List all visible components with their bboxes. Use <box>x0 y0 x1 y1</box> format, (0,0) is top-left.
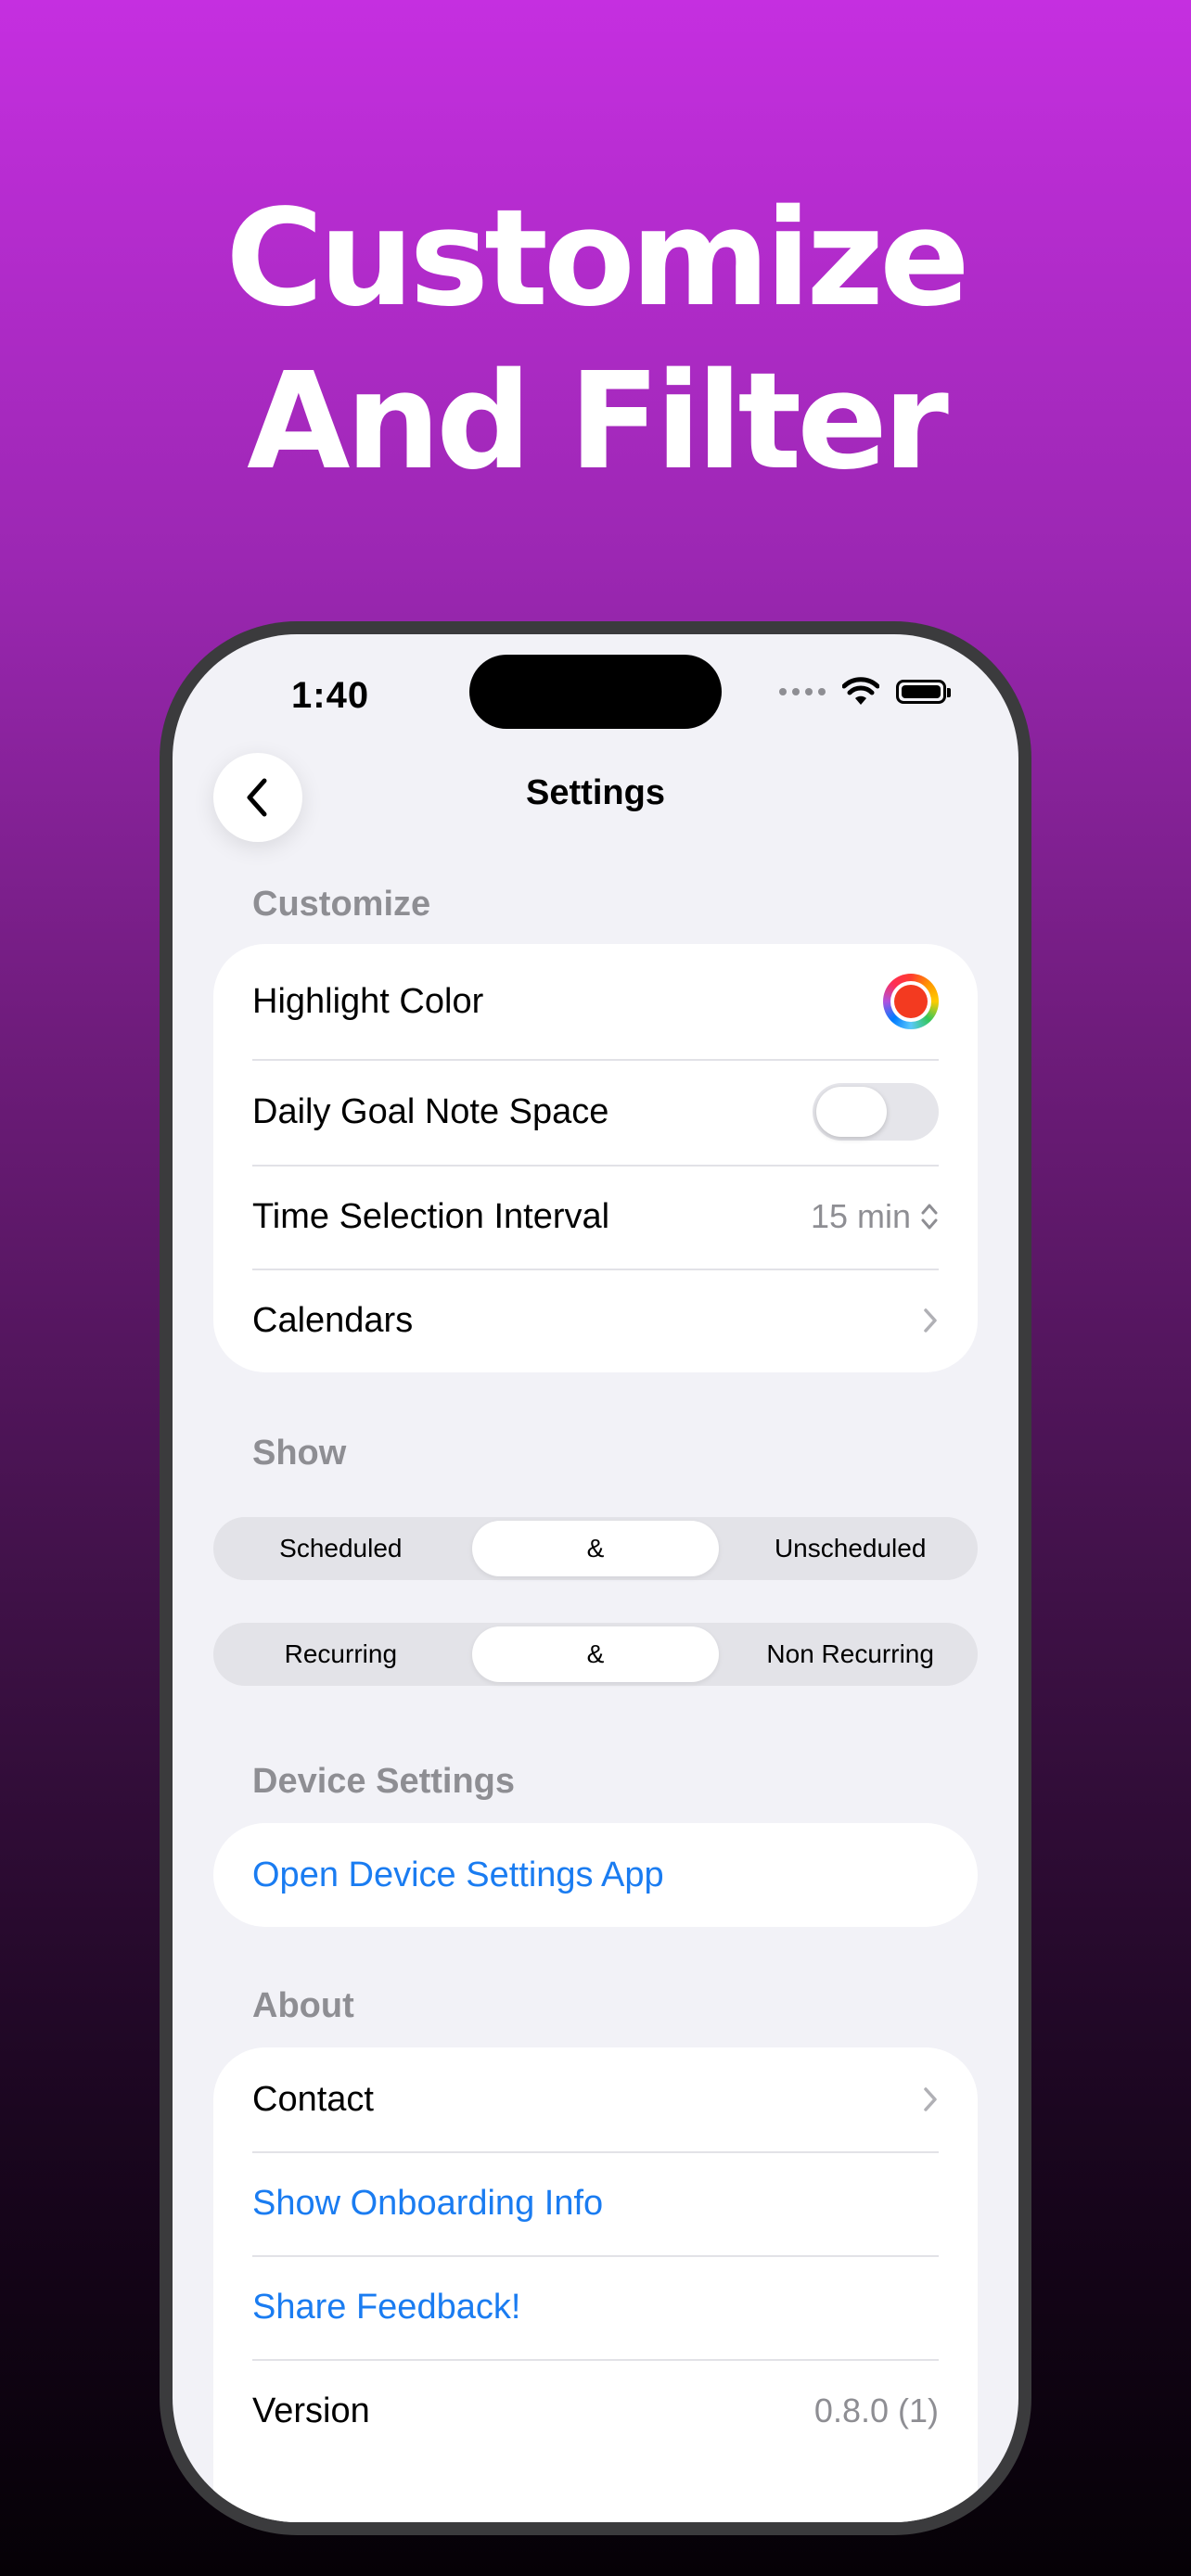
page-title: Settings <box>526 773 665 812</box>
daily-goal-row: Daily Goal Note Space <box>213 1059 978 1165</box>
section-header-customize: Customize <box>252 885 431 924</box>
version-value: 0.8.0 (1) <box>813 2391 939 2429</box>
contact-row[interactable]: Contact <box>213 2047 978 2151</box>
phone-frame: 1:40 Settings Customize Highlight Color … <box>160 621 1031 2535</box>
promo-headline: Customize And Filter <box>0 176 1191 503</box>
highlight-color-row[interactable]: Highlight Color <box>213 944 978 1059</box>
time-interval-value: 15 min <box>810 1197 911 1235</box>
segment-unscheduled[interactable]: Unscheduled <box>726 1521 974 1576</box>
chevron-right-icon <box>922 1307 939 1334</box>
battery-icon <box>896 680 951 704</box>
section-header-show: Show <box>252 1434 347 1473</box>
customize-card: Highlight Color Daily Goal Note Space Ti… <box>213 944 978 1372</box>
version-row: Version 0.8.0 (1) <box>213 2359 978 2463</box>
headline-line-1: Customize <box>225 180 970 336</box>
time-interval-row[interactable]: Time Selection Interval 15 min <box>213 1165 978 1269</box>
status-time: 1:40 <box>291 675 370 716</box>
selected-color-swatch <box>894 985 928 1018</box>
dynamic-island <box>469 655 722 729</box>
device-settings-card: Open Device Settings App <box>213 1823 978 1927</box>
highlight-color-label: Highlight Color <box>252 981 484 1021</box>
contact-label: Contact <box>252 2079 374 2119</box>
phone-screen: 1:40 Settings Customize Highlight Color … <box>173 634 1018 2522</box>
wifi-icon <box>842 677 879 707</box>
calendars-label: Calendars <box>252 1300 414 1340</box>
segment-scheduled-both[interactable]: & <box>471 1521 720 1576</box>
open-device-settings-row[interactable]: Open Device Settings App <box>213 1823 978 1927</box>
daily-goal-label: Daily Goal Note Space <box>252 1091 609 1131</box>
open-device-settings-link[interactable]: Open Device Settings App <box>252 1855 939 1895</box>
toggle-knob <box>816 1087 887 1137</box>
recurring-segmented-control: Recurring & Non Recurring <box>213 1623 978 1686</box>
calendars-row[interactable]: Calendars <box>213 1269 978 1372</box>
segment-non-recurring[interactable]: Non Recurring <box>726 1626 974 1682</box>
share-feedback-link[interactable]: Share Feedback! <box>252 2288 939 2327</box>
segment-scheduled[interactable]: Scheduled <box>217 1521 465 1576</box>
section-header-device-settings: Device Settings <box>252 1762 515 1801</box>
status-indicators <box>779 677 951 707</box>
show-onboarding-link[interactable]: Show Onboarding Info <box>252 2184 939 2224</box>
onboarding-row[interactable]: Show Onboarding Info <box>213 2151 978 2255</box>
version-label: Version <box>252 2391 370 2430</box>
scheduled-segmented-control: Scheduled & Unscheduled <box>213 1517 978 1580</box>
chevron-right-icon <box>922 2085 939 2113</box>
about-card: Contact Show Onboarding Info Share Feedb… <box>213 2047 978 2522</box>
color-picker-well[interactable] <box>883 974 939 1029</box>
segment-recurring-both[interactable]: & <box>471 1626 720 1682</box>
headline-line-2: And Filter <box>247 343 949 499</box>
daily-goal-toggle[interactable] <box>813 1083 939 1141</box>
time-interval-label: Time Selection Interval <box>252 1196 610 1236</box>
feedback-row[interactable]: Share Feedback! <box>213 2255 978 2359</box>
section-header-about: About <box>252 1986 354 2025</box>
chevron-up-down-icon <box>920 1202 939 1231</box>
cellular-signal-icon <box>779 688 826 695</box>
segment-recurring[interactable]: Recurring <box>217 1626 465 1682</box>
